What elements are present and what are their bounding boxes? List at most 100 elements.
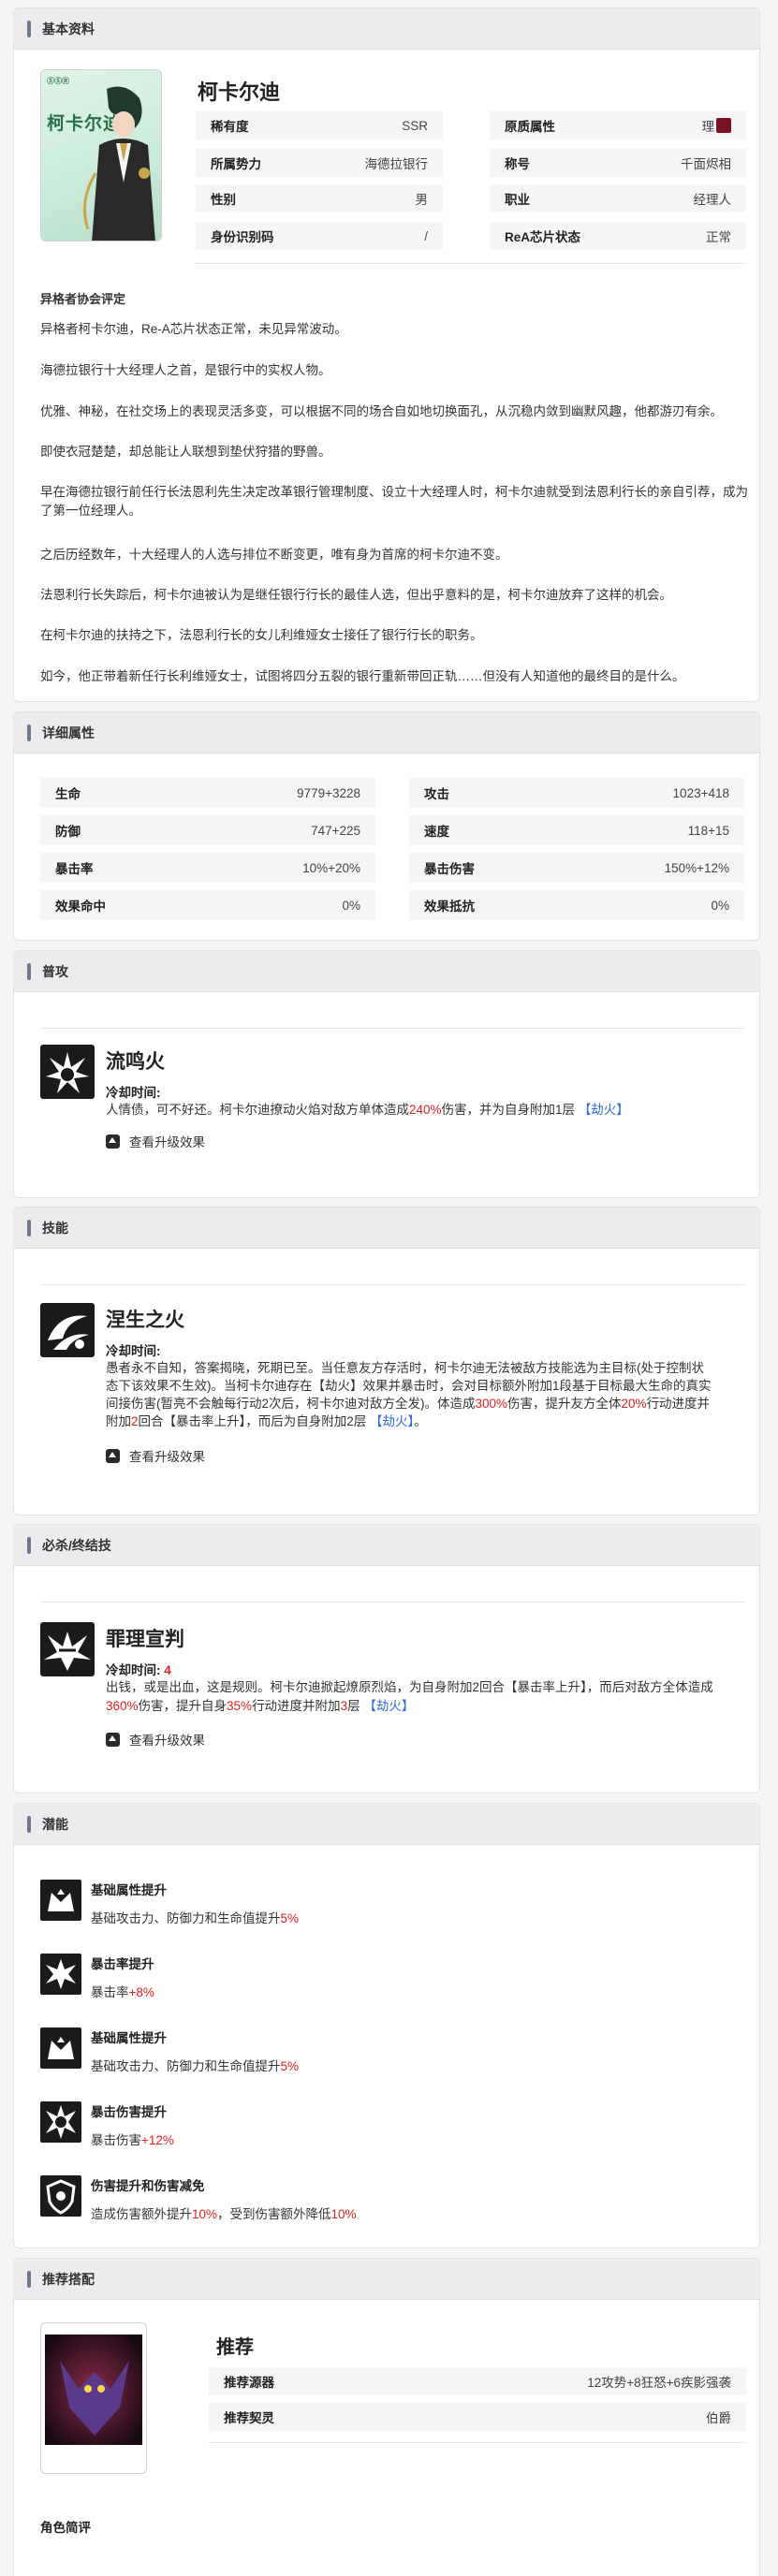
flame-burst-icon — [40, 1045, 95, 1099]
view-upgrade-button[interactable]: 查看升级效果 — [106, 1730, 205, 1749]
stat-value: 1023+418 — [672, 785, 729, 800]
section-title: 基本资料 — [42, 21, 95, 37]
section-marker — [27, 20, 31, 37]
desc-highlight: 10% — [192, 2207, 218, 2221]
view-upgrade-button[interactable]: 查看升级效果 — [106, 1132, 205, 1150]
desc-highlight: 20% — [621, 1397, 647, 1411]
section-title: 详细属性 — [42, 724, 95, 740]
upgrade-arrow-icon — [106, 1134, 120, 1149]
effect-link[interactable]: 【劫火】 — [370, 1414, 414, 1428]
desc-text: ，受到伤害额外降低 — [217, 2207, 331, 2221]
desc-text: 伤害，提升友方全体 — [507, 1397, 622, 1411]
potential-name: 基础属性提升 — [91, 1883, 167, 1897]
attr-value: 男 — [415, 193, 429, 207]
stat-label: 生命 — [55, 787, 81, 801]
desc-text: 基础攻击力、防御力和生命值提升 — [91, 1911, 281, 1925]
recommend-row-pet: 推荐契灵 伯爵 — [209, 2403, 746, 2431]
effect-link[interactable]: 【劫火】 — [579, 1103, 629, 1117]
section-header: 普攻 — [14, 951, 759, 992]
attr-label: 性别 — [211, 193, 236, 207]
attr-label: ReA芯片状态 — [505, 230, 581, 244]
desc-highlight: 5% — [280, 1911, 300, 1925]
attr-value: 海德拉银行 — [364, 157, 429, 171]
recommend-title: 推荐 — [216, 2337, 254, 2358]
stat-label: 防御 — [55, 825, 81, 839]
section-marker — [27, 1815, 31, 1833]
desc-text: 附加 — [106, 1414, 131, 1428]
row-value: 12攻势+8狂怒+6疾影强袭 — [587, 2376, 731, 2390]
desc-text: 伤害，提升自身 — [138, 1699, 228, 1713]
character-portrait — [82, 86, 155, 241]
bio-paragraph: 即使衣冠楚楚，却总能让人联想到垫伏狩猎的野兽。 — [40, 445, 331, 459]
shield-icon — [40, 2175, 81, 2217]
divider — [40, 1284, 744, 1285]
burst-icon — [40, 1954, 81, 1995]
attr-value: 经理人 — [693, 193, 732, 207]
winged-judgment-icon — [40, 1622, 95, 1676]
skill-description-line: 360%伤害，提升自身35%行动进度并附加3层 【劫火】 — [106, 1697, 759, 1716]
desc-text: 层 — [347, 1699, 360, 1713]
cooldown-label: 冷却时间: — [106, 1344, 161, 1358]
fire-swirl-icon — [40, 1303, 95, 1357]
bio-paragraph: 法恩利行长失踪后，柯卡尔迪被认为是继任银行行长的最佳人选，但出乎意料的是，柯卡尔… — [40, 588, 672, 602]
section-header: 必杀/终结技 — [14, 1525, 759, 1566]
stat-crit-rate: 暴击率 10%+20% — [40, 853, 375, 883]
effect-link[interactable]: 【劫火】 — [363, 1699, 414, 1713]
crown-up-icon — [40, 1880, 81, 1921]
stat-label: 效果命中 — [55, 900, 106, 914]
stat-def: 防御 747+225 — [40, 815, 375, 845]
desc-highlight: 3 — [340, 1699, 348, 1713]
section-marker — [27, 1219, 31, 1237]
section-marker — [27, 724, 31, 741]
attr-value: 正常 — [706, 230, 731, 244]
desc-text: 行动进度并 — [646, 1397, 711, 1411]
attr-label: 称号 — [505, 157, 530, 171]
pet-image — [45, 2334, 142, 2445]
section-header: 详细属性 — [14, 712, 759, 754]
upgrade-label: 查看升级效果 — [129, 1734, 205, 1748]
section-header: 推荐搭配 — [14, 2259, 759, 2300]
basic-info-section: 基本资料 ⓈⓈⓇ 柯卡尔迪 柯卡尔迪 稀有度 SSR 原质属性理 所属势力 海德拉银… — [13, 7, 760, 702]
pet-portrait[interactable] — [40, 2322, 147, 2474]
divider — [40, 1028, 744, 1029]
stat-value: 150%+12% — [664, 860, 729, 875]
desc-text: 基础攻击力、防御力和生命值提升 — [91, 2059, 281, 2073]
desc-text: 间接伤害(暂亮不会触每行动2次后，柯卡尔迪对敌方全发)。体造成 — [106, 1397, 476, 1411]
attr-epithet: 称号 千面烬相 — [490, 149, 746, 177]
desc-highlight: 240% — [409, 1103, 442, 1117]
attr-label: 职业 — [505, 193, 530, 207]
divider — [40, 1602, 744, 1603]
bio-paragraph: 早在海德拉银行前任行长法恩利先生决定改革银行管理制度、设立十大经理人时，柯卡尔迪… — [40, 485, 748, 518]
divider — [209, 2442, 746, 2443]
view-upgrade-button[interactable]: 查看升级效果 — [106, 1446, 205, 1465]
desc-highlight: 300% — [475, 1397, 508, 1411]
skill-description-line: 愚者永不自知，答案揭晓，死期已至。当任意友方存活时，柯卡尔迪无法被敌方技能选为主… — [106, 1361, 704, 1375]
review-title: 角色简评 — [40, 2521, 91, 2535]
potential-desc: 造成伤害额外提升10%，受到伤害额外降低10% — [91, 2203, 357, 2222]
attr-element: 原质属性 理 — [490, 111, 746, 139]
section-marker — [27, 962, 31, 980]
potential-name: 暴击率提升 — [91, 1957, 154, 1971]
attr-value: SSR — [402, 118, 428, 133]
desc-highlight: +8% — [128, 1985, 154, 1999]
row-value: 伯爵 — [706, 2411, 731, 2425]
skill-description-line: 态下该效果不生效)。当柯卡尔迪存在【劫火】效果并暴击时，会对目标额外附加1段基于… — [106, 1379, 712, 1393]
normal-attack-section: 普攻 流鸣火 冷却时间: 人情债，可不好还。柯卡尔迪撩动火焰对敌方单体造成240… — [13, 950, 760, 1198]
cooldown-label: 冷却时间: 4 — [106, 1660, 171, 1678]
stat-label: 暴击伤害 — [424, 862, 475, 876]
potential-desc: 基础攻击力、防御力和生命值提升5% — [91, 1908, 299, 1926]
stat-value: 118+15 — [687, 823, 729, 838]
attr-faction: 所属势力 海德拉银行 — [196, 149, 443, 177]
section-title: 推荐搭配 — [42, 2271, 95, 2287]
skill-description: 人情债，可不好还。柯卡尔迪撩动火焰对敌方单体造成240%伤害，并为自身附加1层 … — [106, 1101, 752, 1120]
recommend-section: 推荐搭配 推荐 推荐源器 12攻势+8狂怒+6疾影强袭 推荐契灵 伯爵 角色简评 — [13, 2258, 760, 2576]
cooldown-text: 冷却时间: — [106, 1663, 161, 1677]
skill-description-line: 附加2回合【暴击率上升】，而后为自身附加2层 【劫火】。 — [106, 1412, 759, 1431]
character-card[interactable]: ⓈⓈⓇ 柯卡尔迪 — [40, 69, 162, 242]
stat-spd: 速度 118+15 — [409, 815, 744, 845]
bio-paragraph: 海德拉银行十大经理人之首，是银行中的实权人物。 — [40, 363, 331, 377]
bio-paragraph: 优雅、神秘，在社交场上的表现灵活多变，可以根据不同的场合自如地切换面孔，从沉稳内… — [40, 404, 723, 418]
potential-desc: 基础攻击力、防御力和生命值提升5% — [91, 2056, 299, 2074]
crown-up-icon — [40, 2027, 81, 2069]
divider — [196, 263, 746, 264]
